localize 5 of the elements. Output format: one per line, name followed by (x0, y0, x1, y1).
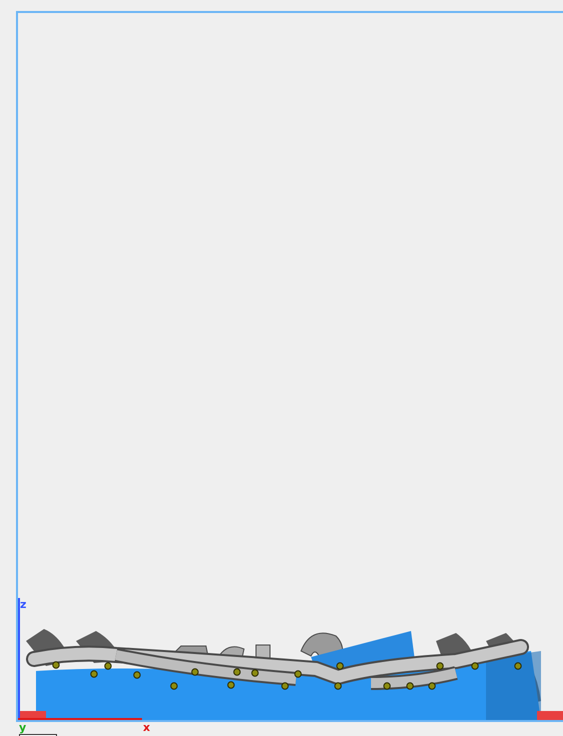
axis-label: z (20, 599, 26, 611)
platform-pad (537, 711, 563, 720)
axis-label: y (19, 722, 26, 734)
axis-label: x (143, 722, 150, 734)
3d-viewport[interactable]: z (16, 11, 563, 722)
